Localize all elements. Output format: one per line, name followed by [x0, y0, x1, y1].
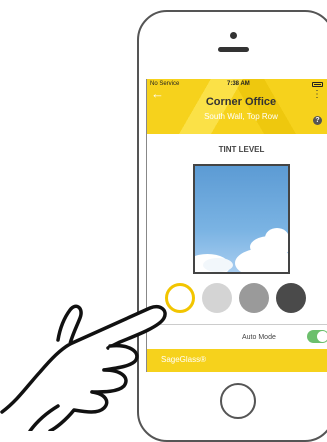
page-subtitle: South Wall, Top Row [204, 112, 278, 121]
tint-button-dark[interactable] [276, 283, 306, 313]
help-icon[interactable]: ? [313, 116, 322, 125]
auto-mode-label: Auto Mode [242, 334, 276, 341]
tint-level-label: TINT LEVEL [218, 145, 265, 154]
cloud-shape [203, 258, 233, 272]
window-preview [193, 164, 290, 274]
page-title: Corner Office [205, 96, 277, 108]
cloud-shape [265, 228, 288, 248]
status-time: 7:38 AM [227, 81, 250, 87]
speaker-icon [218, 47, 249, 52]
cloud-shape [235, 248, 288, 272]
tint-button-light[interactable] [202, 283, 232, 313]
hand-illustration [0, 304, 167, 431]
camera-icon [230, 32, 237, 39]
home-button[interactable] [220, 383, 256, 419]
tint-button-medium[interactable] [239, 283, 269, 313]
status-bar: No Service 7:38 AM [147, 79, 327, 90]
auto-mode-toggle[interactable] [307, 330, 327, 343]
app-header: No Service 7:38 AM ← ⋮ Corner Office Sou… [147, 79, 327, 134]
battery-icon [312, 82, 323, 87]
toggle-knob [317, 331, 327, 342]
